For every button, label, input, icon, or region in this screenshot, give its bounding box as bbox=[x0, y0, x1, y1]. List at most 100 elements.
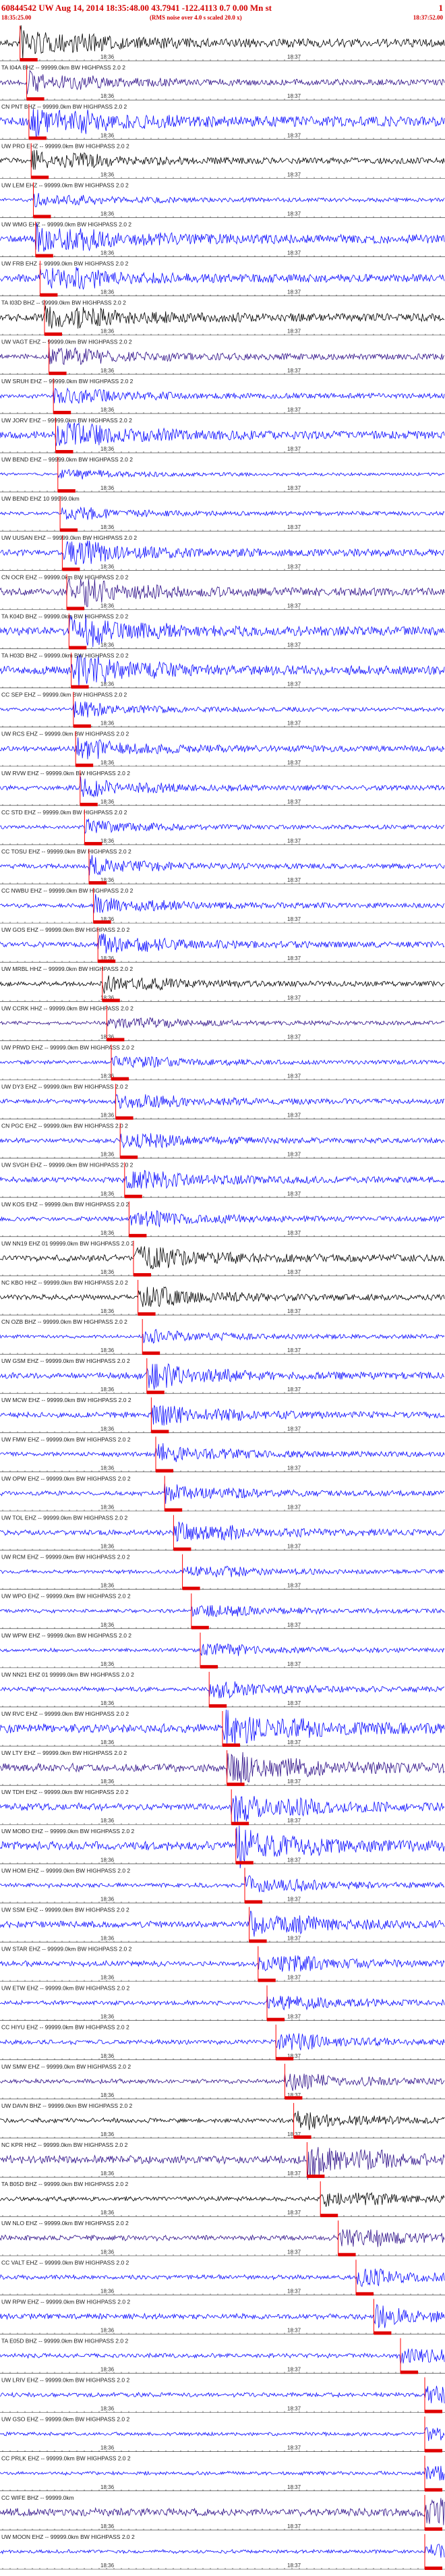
time-tick-label: 18:36 bbox=[100, 1818, 115, 1824]
waveform-trace bbox=[0, 1955, 445, 1972]
pick-marker bbox=[191, 1625, 209, 1629]
time-tick-label: 18:37 bbox=[287, 524, 301, 530]
station-label: UW RCS EHZ -- 99999.0km BW HIGHPASS 2.0 … bbox=[1, 731, 129, 737]
waveform-trace bbox=[0, 2191, 445, 2207]
waveform-trace bbox=[0, 1133, 445, 1149]
time-tick-label: 18:37 bbox=[287, 54, 301, 60]
time-tick-label: 18:37 bbox=[287, 329, 301, 335]
time-tick-label: 18:37 bbox=[287, 132, 301, 138]
waveform-trace bbox=[0, 1363, 445, 1390]
waveform-trace bbox=[0, 1910, 445, 1937]
waveform-trace bbox=[0, 469, 445, 480]
waveform-trace bbox=[0, 1605, 445, 1617]
time-tick-label: 18:36 bbox=[100, 2014, 115, 2020]
waveform-trace bbox=[0, 1752, 445, 1785]
time-tick-label: 18:37 bbox=[287, 1975, 301, 1981]
station-label: UW SVGH EHZ -- 99999.0km BW HIGHPASS 2.0… bbox=[1, 1162, 134, 1169]
waveform-trace bbox=[0, 777, 445, 798]
station-label: NC KPR HHZ -- 99999.0km BW HIGHPASS 2.0 … bbox=[1, 2141, 128, 2148]
time-tick-label: 18:36 bbox=[100, 603, 115, 609]
time-tick-label: 18:37 bbox=[287, 1583, 301, 1589]
station-label: UW RCM EHZ -- 99999.0km BW HIGHPASS 2.0 … bbox=[1, 1554, 130, 1561]
station-label: NC KBO HHZ -- 99999.0km BW HIGHPASS 2.0 … bbox=[1, 1279, 128, 1286]
waveform-trace bbox=[0, 654, 445, 689]
pick-marker bbox=[138, 1312, 156, 1316]
trace-group: 18:36 18:37 18:36 18:37 TA I04A BHZ -- 99999… bbox=[0, 25, 445, 2570]
station-label: UW GOS EHZ -- 99999.0km BW HIGHPASS 2.0 … bbox=[1, 926, 129, 933]
pick-marker bbox=[425, 2567, 442, 2570]
time-tick-label: 18:37 bbox=[287, 2367, 301, 2373]
time-tick-label: 18:37 bbox=[287, 916, 301, 922]
time-tick-label: 18:37 bbox=[287, 1113, 301, 1119]
time-tick-label: 18:37 bbox=[287, 838, 301, 844]
time-tick-label: 18:36 bbox=[100, 1347, 115, 1353]
waveform-trace bbox=[0, 1995, 445, 2011]
pick-marker bbox=[320, 2214, 338, 2218]
pick-marker bbox=[293, 2135, 312, 2139]
time-tick-label: 18:37 bbox=[287, 2484, 301, 2490]
waveform-trace bbox=[0, 1405, 445, 1426]
station-label: UW DAVN BHZ -- 99999.0km BW HIGHPASS 2.0… bbox=[1, 2102, 133, 2109]
time-tick-label: 18:36 bbox=[100, 2406, 115, 2412]
waveform-trace bbox=[0, 2073, 445, 2091]
pick-marker bbox=[111, 1077, 129, 1081]
time-tick-label: 18:36 bbox=[100, 2484, 115, 2490]
pick-marker bbox=[69, 646, 87, 650]
time-tick-label: 18:36 bbox=[100, 1308, 115, 1314]
time-tick-label: 18:36 bbox=[100, 2092, 115, 2098]
time-tick-label: 18:37 bbox=[287, 1073, 301, 1079]
time-tick-label: 18:36 bbox=[100, 446, 115, 452]
pick-marker bbox=[307, 2175, 325, 2179]
start-time: 18:35:25.00 bbox=[1, 14, 32, 21]
pick-marker bbox=[267, 2017, 285, 2021]
pick-marker bbox=[67, 607, 84, 611]
time-tick-label: 18:37 bbox=[287, 2171, 301, 2177]
station-label: UW GSM EHZ -- 99999.0km BW HIGHPASS 2.0 … bbox=[1, 1357, 130, 1364]
pick-marker bbox=[249, 1939, 267, 1943]
station-label: UW SRUH EHZ -- 99999.0km BW HIGHPASS 2.0… bbox=[1, 378, 134, 385]
pick-marker bbox=[28, 136, 47, 140]
waveform-trace bbox=[0, 701, 445, 718]
time-tick-label: 18:36 bbox=[100, 1661, 115, 1667]
waveform-trace bbox=[0, 818, 445, 835]
time-tick-label: 18:37 bbox=[287, 1661, 301, 1667]
time-tick-label: 18:37 bbox=[287, 955, 301, 961]
time-tick-label: 18:37 bbox=[287, 1034, 301, 1040]
pick-marker bbox=[98, 959, 116, 963]
time-tick-label: 18:37 bbox=[287, 1505, 301, 1511]
waveform-trace bbox=[0, 540, 445, 565]
time-tick-label: 18:37 bbox=[287, 2445, 301, 2451]
time-tick-label: 18:36 bbox=[100, 1230, 115, 1236]
waveform-trace bbox=[0, 347, 445, 366]
station-label: UW KOS EHZ -- 99999.0km BW HIGHPASS 2.0 … bbox=[1, 1201, 129, 1208]
station-label: TA K04D BHZ -- 99999.0km BW HIGHPASS 2.0… bbox=[1, 613, 128, 619]
station-label: UW NN21 EHZ 01 99999.0km BW HIGHPASS 2.0… bbox=[1, 1671, 134, 1678]
time-tick-label: 18:36 bbox=[100, 1857, 115, 1863]
record-title-right: 1 bbox=[439, 3, 444, 13]
pick-marker bbox=[146, 1391, 165, 1395]
pick-marker bbox=[124, 1194, 142, 1198]
time-tick-label: 18:37 bbox=[287, 799, 301, 805]
time-tick-label: 18:36 bbox=[100, 485, 115, 491]
waveform-trace bbox=[0, 1875, 445, 1893]
time-tick-label: 18:36 bbox=[100, 289, 115, 296]
waveform-trace bbox=[0, 2465, 445, 2481]
pick-marker bbox=[258, 1978, 276, 1982]
waveform-trace bbox=[0, 421, 445, 447]
time-tick-label: 18:36 bbox=[100, 642, 115, 648]
waveform-trace bbox=[0, 1521, 445, 1542]
time-tick-label: 18:37 bbox=[287, 2523, 301, 2529]
station-label: UW RVW EHZ -- 99999.0km BW HIGHPASS 2.0 … bbox=[1, 770, 130, 777]
time-tick-label: 18:36 bbox=[100, 2288, 115, 2294]
pick-marker bbox=[73, 724, 91, 728]
time-tick-label: 18:37 bbox=[287, 1936, 301, 1942]
station-label: UW LRIV EHZ -- 99999.0km BW HIGHPASS 2.0… bbox=[1, 2377, 129, 2384]
waveform-trace bbox=[0, 975, 445, 994]
time-tick-label: 18:37 bbox=[287, 2327, 301, 2333]
time-tick-label: 18:37 bbox=[287, 681, 301, 688]
pick-marker bbox=[425, 2527, 442, 2531]
waveform-trace bbox=[0, 193, 445, 208]
pick-marker bbox=[93, 920, 111, 924]
station-label: UW WMG EHZ -- 99999.0km BW HIGHPASS 2.0 … bbox=[1, 221, 131, 227]
station-label: UW OPW EHZ -- 99999.0km BW HIGHPASS 2.0 … bbox=[1, 1475, 131, 1482]
